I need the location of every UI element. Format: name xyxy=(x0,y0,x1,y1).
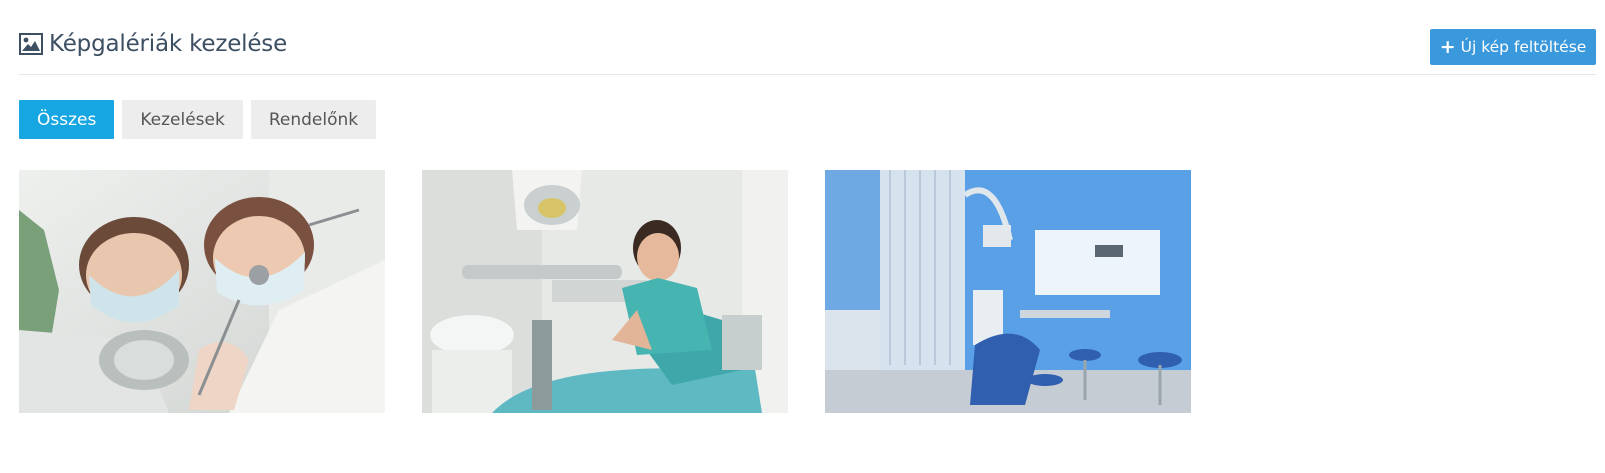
filter-treatments[interactable]: Kezelések xyxy=(122,100,243,139)
page-title: Képgalériák kezelése xyxy=(19,31,287,57)
dentist-chair-photo xyxy=(422,170,788,413)
filter-office[interactable]: Rendelőnk xyxy=(250,100,377,139)
page-title-text: Képgalériák kezelése xyxy=(49,31,288,57)
page-header: Képgalériák kezelése + Új kép feltöltése xyxy=(19,28,1596,75)
gallery-image-office[interactable] xyxy=(825,170,1191,413)
gallery-image-dentists[interactable] xyxy=(19,170,385,413)
upload-image-label: Új kép feltöltése xyxy=(1460,38,1587,56)
upload-image-button[interactable]: + Új kép feltöltése xyxy=(1430,29,1596,65)
gallery-filter-tabs: Összes Kezelések Rendelőnk xyxy=(19,100,384,139)
gallery-image-dentist-chair[interactable] xyxy=(422,170,788,413)
image-icon xyxy=(19,33,43,55)
plus-icon: + xyxy=(1439,35,1456,58)
image-gallery xyxy=(19,170,1228,413)
dentists-photo xyxy=(19,170,385,413)
office-photo xyxy=(825,170,1191,413)
filter-all[interactable]: Összes xyxy=(19,100,115,139)
